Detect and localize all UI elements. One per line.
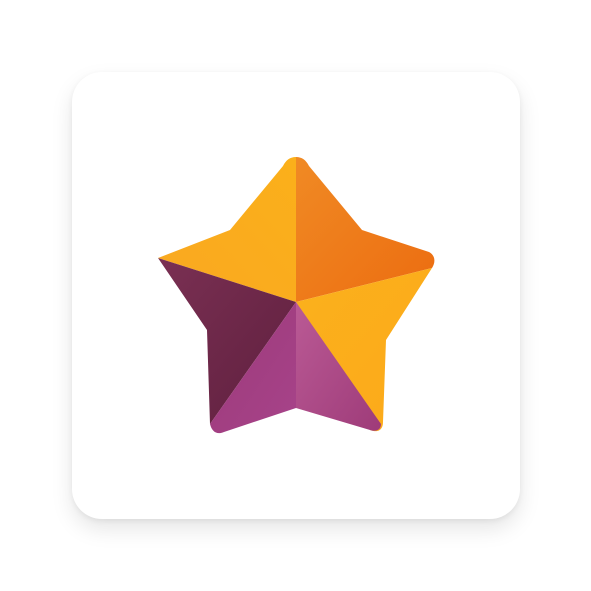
faceted-star-icon — [158, 157, 435, 434]
canvas — [0, 0, 591, 591]
